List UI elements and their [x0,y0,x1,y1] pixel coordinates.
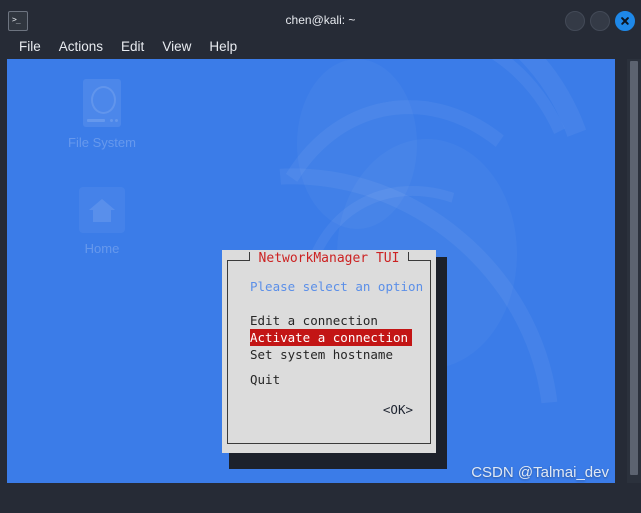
dialog-title: NetworkManager TUI [258,251,400,266]
desktop-icon-label: Home [84,241,120,256]
dialog-border-left [227,260,228,443]
terminal-bottom-filler [0,483,641,513]
terminal-content-area[interactable]: File System Home NetworkManager TUI Plea… [7,59,615,483]
house-body-shape [93,210,111,222]
close-button[interactable] [615,11,635,31]
scrollbar-thumb[interactable] [630,61,638,475]
maximize-button[interactable] [590,11,610,31]
drive-ring-shape [91,86,116,114]
window-titlebar: >_ chen@kali: ~ [0,7,641,33]
home-icon [79,187,125,233]
desktop-icon-label: File System [68,135,136,150]
dialog-option-list: Edit a connection Activate a connection … [250,312,412,388]
option-list-spacer [250,363,412,371]
window-title: chen@kali: ~ [285,13,356,27]
ok-button[interactable]: <OK> [383,402,413,417]
menu-item-edit[interactable]: Edit [112,37,153,56]
option-activate-connection[interactable]: Activate a connection [250,329,412,346]
option-quit[interactable]: Quit [250,371,412,388]
menu-bar: Trash Kali Linux File Actions Edit View … [0,33,641,59]
option-set-hostname[interactable]: Set system hostname [250,346,412,363]
vertical-scrollbar[interactable] [627,59,641,483]
desktop-icon-file-system[interactable]: File System [47,79,157,150]
option-edit-connection[interactable]: Edit a connection [250,312,412,329]
dialog-border-right [430,260,431,443]
terminal-window: >_ chen@kali: ~ Trash Kali Linux File Ac… [0,0,641,513]
drive-dot-shape [115,119,118,122]
drive-dot-shape [110,119,113,122]
kali-dragon-blob [297,59,417,229]
menu-item-file[interactable]: File [10,37,50,56]
desktop-icon-home[interactable]: Home [47,187,157,256]
dialog-prompt: Please select an option [250,279,424,294]
menu-item-help[interactable]: Help [200,37,246,56]
file-system-icon [83,79,121,127]
menu-item-actions[interactable]: Actions [50,37,112,56]
csdn-watermark: CSDN @Talmai_dev [471,464,609,481]
networkmanager-tui-dialog[interactable]: NetworkManager TUI Please select an opti… [222,250,436,453]
drive-slot-shape [87,119,105,122]
window-buttons [565,11,635,31]
house-roof-shape [89,199,115,210]
minimize-button[interactable] [565,11,585,31]
dialog-border-bottom [227,443,431,444]
menu-item-view[interactable]: View [153,37,200,56]
